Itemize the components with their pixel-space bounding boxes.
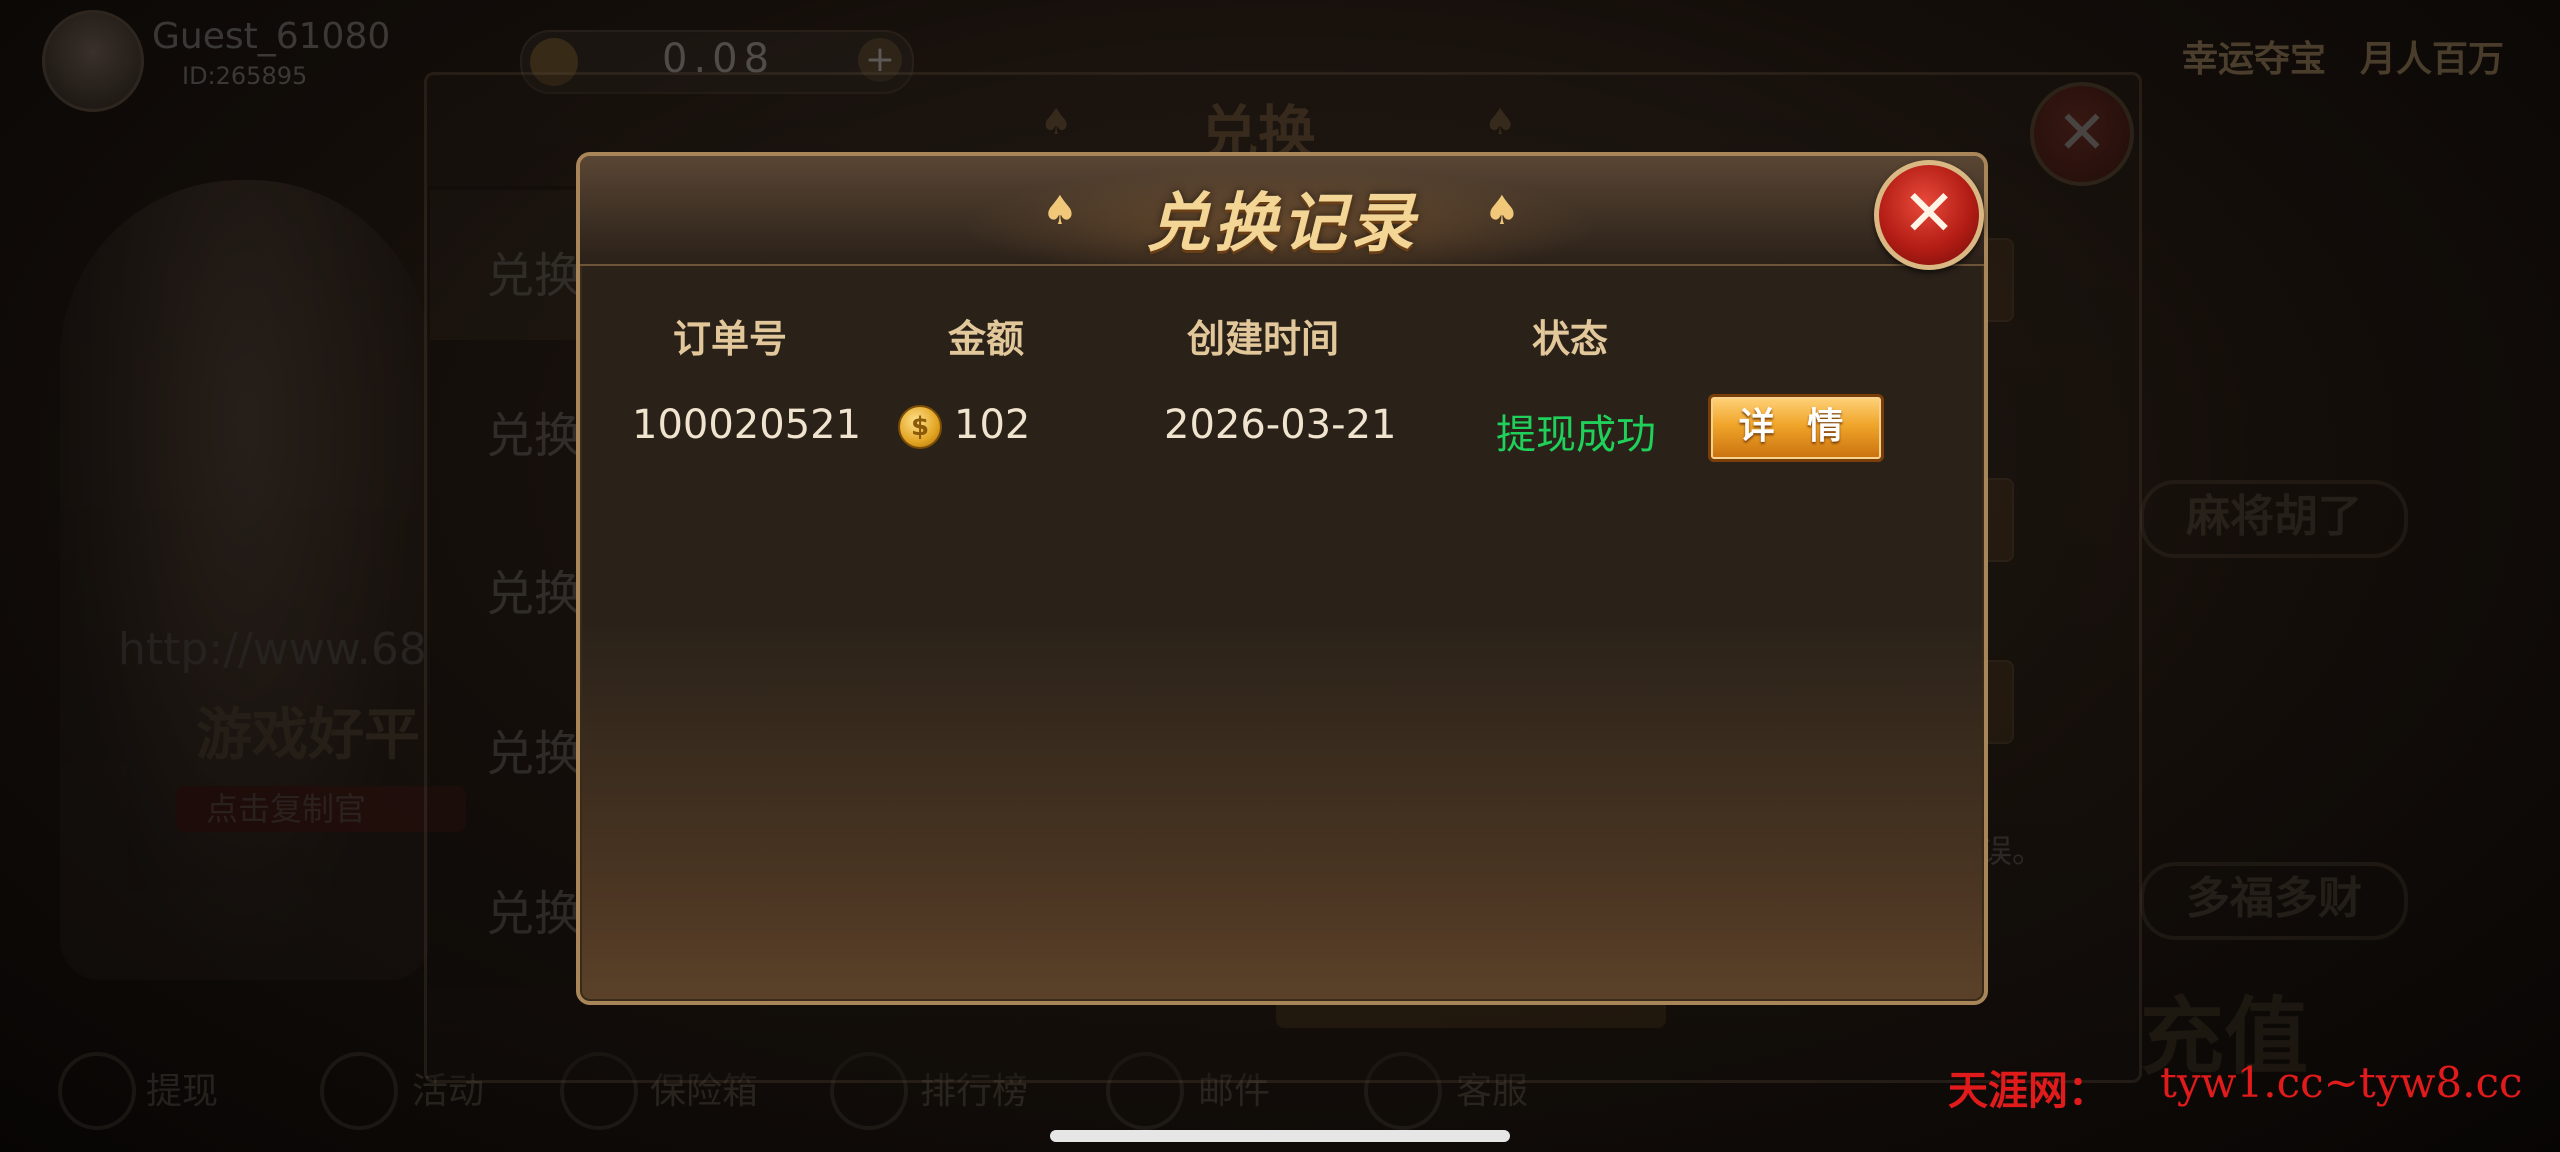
coin-icon: $	[898, 405, 942, 449]
watermark-urls: tyw1.cc~tyw8.cc	[2160, 1058, 2523, 1107]
exchange-panel-close-icon[interactable]: ✕	[2030, 82, 2134, 186]
exchange-tab-label: 兑换	[486, 408, 583, 464]
amount: 102	[954, 402, 1031, 448]
close-icon: ✕	[1902, 177, 1956, 251]
exchange-tab-label: 兑换	[486, 248, 583, 304]
column-header-status: 状态	[1531, 317, 1608, 361]
exchange-record-dialog: ♠ 兑换记录 ♠	[576, 152, 1988, 1005]
exchange-tab-label: 兑换	[486, 566, 583, 622]
column-header-created: 创建时间	[1186, 317, 1339, 361]
column-header-amount: 金额	[947, 317, 1024, 361]
exchange-hint: 误。	[1980, 832, 2045, 870]
exchange-tab-label: 兑换	[486, 726, 583, 782]
order-number: 100020521	[632, 402, 862, 448]
status-text: 提现成功	[1496, 412, 1656, 458]
column-header-order: 订单号	[672, 317, 787, 361]
created-date: 2026-03-21	[1164, 402, 1397, 448]
watermark-site: 天涯网：	[1948, 1068, 2108, 1114]
home-indicator[interactable]	[1050, 1130, 1510, 1142]
exchange-tab-label: 兑换	[486, 886, 583, 942]
details-button[interactable]: 详 情	[1708, 394, 1884, 462]
close-button[interactable]: ✕	[1874, 160, 1984, 270]
spade-icon: ♠	[1040, 102, 1073, 143]
dialog-header: ♠ 兑换记录 ♠	[580, 156, 1984, 266]
spade-icon: ♠	[1484, 188, 1520, 234]
spade-icon: ♠	[1484, 102, 1517, 143]
dialog-title: 兑换记录	[1146, 187, 1418, 261]
